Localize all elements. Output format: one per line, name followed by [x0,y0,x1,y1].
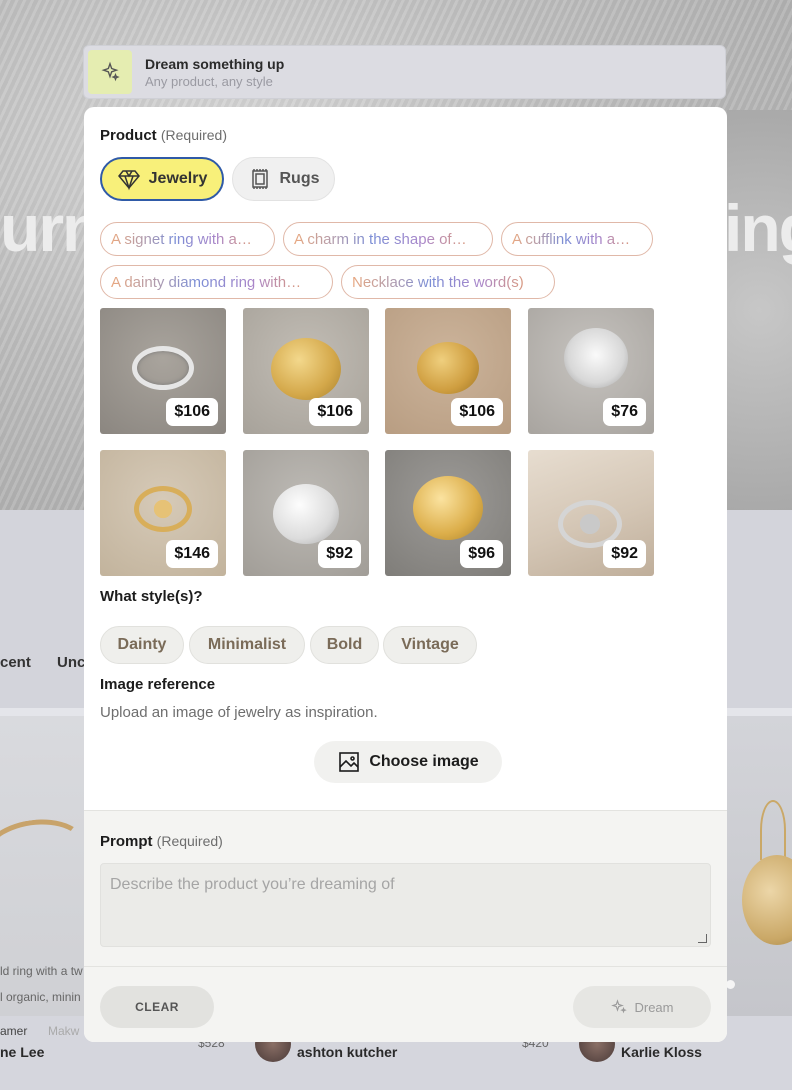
product-option-label: Rugs [279,170,320,187]
carousel-dot[interactable] [726,980,735,989]
suggestion-text: Necklace with the word(s) [352,273,524,291]
background-card-name[interactable]: ashton kutcher [297,1044,397,1060]
suggestion-chip[interactable]: A dainty diamond ring with… [100,265,333,299]
style-chip-dainty[interactable]: Dainty [100,626,184,664]
required-hint: (Required) [160,127,227,143]
prompt-label: Prompt (Required) [100,833,223,850]
prompt-textarea[interactable]: Describe the product you’re dreaming of [100,863,711,947]
ring-image [564,328,628,388]
dream-bar-subtitle: Any product, any style [145,73,273,89]
resize-handle-icon[interactable] [698,934,707,943]
background-tab[interactable]: Unc [57,654,85,671]
suggestion-chip[interactable]: A signet ring with a… [100,222,275,256]
gallery-item[interactable]: $146 [100,450,226,576]
suggestion-chip[interactable]: Necklace with the word(s) [341,265,555,299]
price-badge: $106 [451,398,503,426]
rug-icon [251,169,268,189]
background-card-maker: Makw [48,1024,80,1038]
choose-image-label: Choose image [369,753,479,770]
suggestion-text: A charm in the shape of… [294,230,467,248]
dream-bar[interactable]: Dream something up Any product, any styl… [83,45,726,99]
prompt-label-text: Prompt [100,833,153,850]
price-badge: $76 [603,398,646,426]
price-badge: $92 [603,540,646,568]
hero-heading-right: ing [724,191,792,265]
price-badge: $106 [166,398,218,426]
ring-image [417,342,479,394]
image-icon [339,752,360,772]
clear-button[interactable]: CLEAR [100,986,214,1028]
background-card-desc: l organic, minin [0,990,81,1004]
gallery-item[interactable]: $92 [243,450,369,576]
price-badge: $96 [460,540,503,568]
price-badge: $146 [166,540,218,568]
dream-bar-title: Dream something up [145,55,285,72]
background-card-name[interactable]: Karlie Kloss [621,1044,702,1060]
gallery-item[interactable]: $76 [528,308,654,434]
product-option-rugs[interactable]: Rugs [232,157,335,201]
prompt-placeholder: Describe the product you’re dreaming of [110,876,395,893]
background-earring-hook [760,800,786,860]
footer-divider [84,966,727,967]
suggestion-text: A cufflink with a… [512,230,631,248]
suggestion-text: A signet ring with a… [111,230,252,248]
background-tab[interactable]: cent [0,654,31,671]
style-label: What style(s)? [100,588,203,605]
ring-image [132,346,194,390]
hero-stone [727,110,792,510]
background-card-desc: ld ring with a tw [0,964,83,978]
ring-image [271,338,341,400]
dream-button-label: Dream [634,999,674,1015]
gallery-item[interactable]: $92 [528,450,654,576]
style-chip-vintage[interactable]: Vintage [383,626,477,664]
gallery-item[interactable]: $106 [100,308,226,434]
sparkle-icon [88,50,132,94]
style-chip-bold[interactable]: Bold [310,626,379,664]
price-badge: $106 [309,398,361,426]
background-card-name: ne Lee [0,1044,45,1060]
style-chip-minimalist[interactable]: Minimalist [189,626,305,664]
sparkle-icon [611,999,628,1014]
suggestion-chip[interactable]: A charm in the shape of… [283,222,493,256]
suggestion-text: A dainty diamond ring with… [111,273,302,291]
product-option-jewelry[interactable]: Jewelry [100,157,224,201]
ring-image [273,484,339,544]
background-card-maker: amer [0,1024,28,1038]
suggestion-chip[interactable]: A cufflink with a… [501,222,653,256]
image-reference-hint: Upload an image of jewelry as inspiratio… [100,704,378,721]
choose-image-button[interactable]: Choose image [314,741,502,783]
price-badge: $92 [318,540,361,568]
dream-panel: Product (Required) Jewelry Rugs A signet… [84,107,727,1042]
dream-button[interactable]: Dream [573,986,711,1028]
product-label-text: Product [100,127,157,144]
prompt-section: Prompt (Required) Describe the product y… [84,810,727,1042]
diamond-icon [117,170,140,191]
gallery-item[interactable]: $96 [385,450,511,576]
product-label: Product (Required) [100,127,227,144]
ring-image [134,486,192,532]
gallery-item[interactable]: $106 [243,308,369,434]
product-option-label: Jewelry [148,170,208,187]
image-reference-label: Image reference [100,676,216,693]
required-hint: (Required) [156,833,223,849]
ring-image [413,476,483,540]
gallery-item[interactable]: $106 [385,308,511,434]
